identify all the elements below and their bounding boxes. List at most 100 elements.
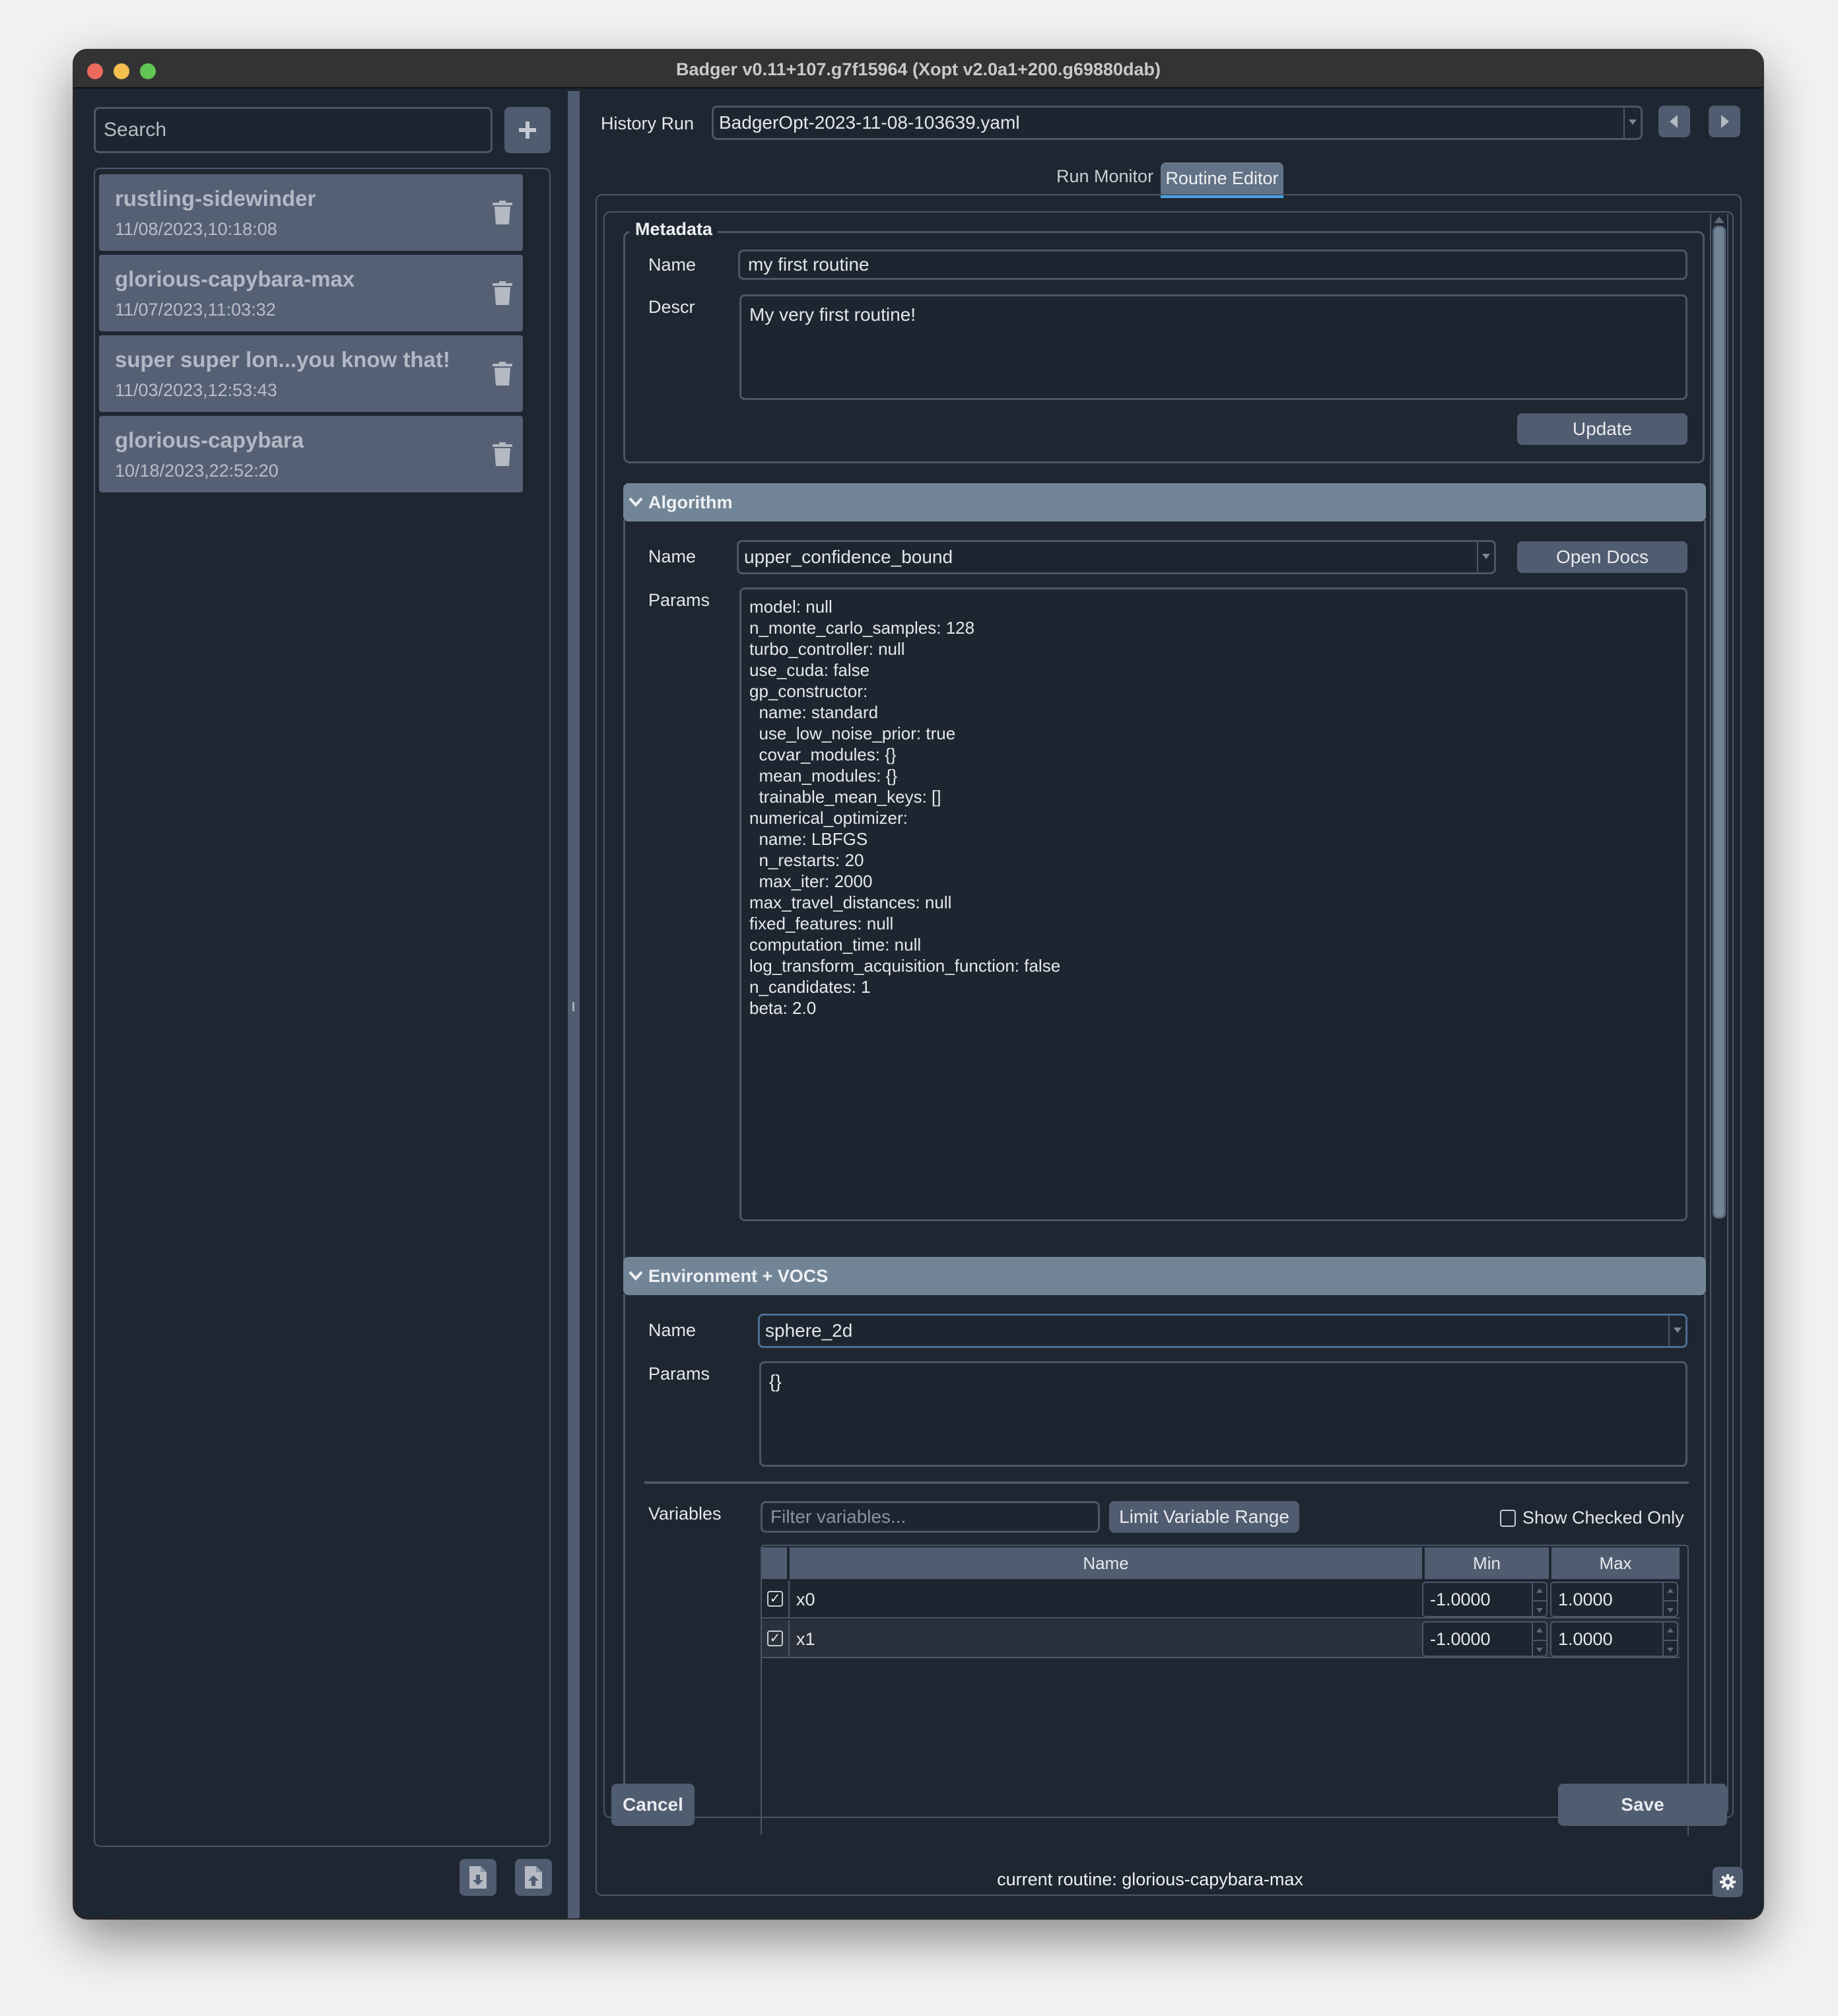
variable-row: ✓ x1 -1.0000 1.0000 <box>762 1620 1680 1658</box>
routine-list-item[interactable]: rustling-sidewinder 11/08/2023,10:18:08 <box>99 174 523 251</box>
panel-splitter[interactable] <box>568 91 580 1918</box>
export-routine-button[interactable] <box>515 1859 552 1896</box>
environment-section-title: Environment + VOCS <box>648 1265 829 1286</box>
limit-variable-range-button[interactable]: Limit Variable Range <box>1109 1501 1299 1533</box>
table-header-name[interactable]: Name <box>790 1547 1422 1579</box>
routine-list-item[interactable]: super super lon...you know that! 11/03/20… <box>99 335 523 412</box>
history-run-label: History Run <box>601 114 695 133</box>
chevron-down-icon <box>629 497 643 507</box>
variable-min-spinbox[interactable]: -1.0000 <box>1422 1582 1548 1617</box>
scrollbar-thumb[interactable] <box>1713 226 1726 1219</box>
spin-arrows[interactable] <box>1532 1583 1546 1616</box>
chevron-down-icon <box>1674 1327 1682 1333</box>
add-routine-button[interactable] <box>504 107 551 153</box>
table-header-min[interactable]: Min <box>1423 1547 1549 1579</box>
history-run-select[interactable]: BadgerOpt-2023-11-08-103639.yaml <box>712 106 1643 140</box>
routine-name-input[interactable]: my first routine <box>738 250 1687 280</box>
routine-name-value: my first routine <box>748 254 869 275</box>
algorithm-select[interactable]: upper_confidence_bound <box>737 540 1496 574</box>
filter-variables-input[interactable]: Filter variables... <box>761 1501 1100 1533</box>
environment-select-value: sphere_2d <box>765 1320 853 1341</box>
algorithm-section-title: Algorithm <box>648 492 733 512</box>
routine-descr-value: My very first routine! <box>749 304 916 325</box>
open-docs-button[interactable]: Open Docs <box>1517 541 1687 573</box>
environment-params-label: Params <box>648 1364 710 1384</box>
environment-dropdown-toggle[interactable] <box>1668 1316 1685 1346</box>
variable-max-spinbox[interactable]: 1.0000 <box>1550 1582 1678 1617</box>
save-button[interactable]: Save <box>1558 1784 1727 1826</box>
routine-name: glorious-capybara-max <box>115 267 355 291</box>
spin-arrows[interactable] <box>1532 1623 1546 1656</box>
variable-min-value: -1.0000 <box>1430 1629 1491 1649</box>
cancel-button-label: Cancel <box>623 1794 683 1815</box>
search-input[interactable]: Search <box>94 107 493 153</box>
scroll-up-icon[interactable] <box>1714 217 1724 223</box>
variable-min-spinbox[interactable]: -1.0000 <box>1422 1621 1548 1657</box>
algorithm-select-value: upper_confidence_bound <box>744 547 953 567</box>
table-header-max[interactable]: Max <box>1550 1547 1680 1579</box>
limit-variable-range-label: Limit Variable Range <box>1119 1506 1289 1527</box>
search-placeholder: Search <box>104 119 167 141</box>
table-filler <box>762 1615 763 1819</box>
history-run-value: BadgerOpt-2023-11-08-103639.yaml <box>719 112 1020 133</box>
title-bar: Badger v0.11+107.g7f15964 (Xopt v2.0a1+2… <box>74 50 1763 88</box>
history-dropdown-toggle[interactable] <box>1623 108 1641 138</box>
checkbox-box[interactable] <box>1500 1509 1516 1527</box>
routine-name: super super lon...you know that! <box>115 347 450 372</box>
history-next-button[interactable] <box>1709 106 1740 137</box>
routine-list-item[interactable]: glorious-capybara-max 11/07/2023,11:03:32 <box>99 255 523 331</box>
update-button-label: Update <box>1572 419 1633 439</box>
show-checked-only-checkbox[interactable]: Show Checked Only <box>1500 1508 1684 1528</box>
routine-date: 11/08/2023,10:18:08 <box>115 219 277 239</box>
environment-select[interactable]: sphere_2d <box>758 1314 1687 1348</box>
algorithm-section-header[interactable]: Algorithm <box>623 483 1706 521</box>
trash-icon[interactable] <box>493 362 512 386</box>
routine-date: 11/07/2023,11:03:32 <box>115 300 276 319</box>
show-checked-only-label: Show Checked Only <box>1522 1508 1684 1528</box>
plus-icon <box>519 121 536 139</box>
trash-icon[interactable] <box>493 201 512 224</box>
variable-min-value: -1.0000 <box>1430 1589 1491 1609</box>
tab-routine-editor[interactable]: Routine Editor <box>1161 162 1283 198</box>
app-window: Badger v0.11+107.g7f15964 (Xopt v2.0a1+2… <box>74 50 1763 1918</box>
import-routine-button[interactable] <box>460 1859 496 1896</box>
caret-right-icon <box>1721 115 1729 128</box>
routine-date: 11/03/2023,12:53:43 <box>115 380 277 400</box>
variable-checkbox[interactable]: ✓ <box>767 1630 783 1646</box>
history-prev-button[interactable] <box>1658 106 1690 137</box>
routine-descr-textarea[interactable]: My very first routine! <box>739 294 1687 400</box>
table-header-check[interactable] <box>762 1547 788 1579</box>
variable-name: x1 <box>796 1629 815 1649</box>
cancel-button[interactable]: Cancel <box>611 1784 695 1826</box>
chevron-down-icon <box>1482 554 1490 559</box>
routine-list-item[interactable]: glorious-capybara 10/18/2023,22:52:20 <box>99 416 523 492</box>
metadata-name-label: Name <box>648 255 697 275</box>
trash-icon[interactable] <box>493 442 512 466</box>
variable-name: x0 <box>796 1590 815 1609</box>
update-button[interactable]: Update <box>1517 413 1687 445</box>
window-title: Badger v0.11+107.g7f15964 (Xopt v2.0a1+2… <box>676 59 1161 79</box>
variable-checkbox[interactable]: ✓ <box>767 1591 783 1607</box>
settings-button[interactable] <box>1713 1867 1743 1897</box>
file-import-icon <box>469 1866 487 1889</box>
open-docs-label: Open Docs <box>1555 547 1649 567</box>
spin-arrows[interactable] <box>1662 1623 1677 1656</box>
variable-max-value: 1.0000 <box>1558 1629 1613 1649</box>
trash-icon[interactable] <box>493 281 512 305</box>
algorithm-params-editor[interactable]: model: null n_monte_carlo_samples: 128 t… <box>739 588 1687 1221</box>
environment-section-header[interactable]: Environment + VOCS <box>623 1257 1706 1295</box>
variables-label: Variables <box>648 1504 722 1524</box>
environment-params-editor[interactable]: {} <box>759 1361 1687 1467</box>
spin-arrows[interactable] <box>1662 1583 1677 1616</box>
cell-divider <box>788 1580 790 1617</box>
gear-icon <box>1720 1874 1736 1890</box>
metadata-descr-label: Descr <box>648 297 695 317</box>
chevron-down-icon <box>629 1271 643 1281</box>
variable-max-spinbox[interactable]: 1.0000 <box>1550 1621 1678 1657</box>
environment-params-value: {} <box>769 1371 782 1392</box>
tab-run-monitor[interactable]: Run Monitor <box>1056 166 1153 187</box>
filter-variables-placeholder: Filter variables... <box>770 1506 906 1527</box>
variable-max-value: 1.0000 <box>1558 1589 1613 1609</box>
algorithm-dropdown-toggle[interactable] <box>1477 542 1494 572</box>
editor-scrollbar[interactable] <box>1710 214 1728 1811</box>
